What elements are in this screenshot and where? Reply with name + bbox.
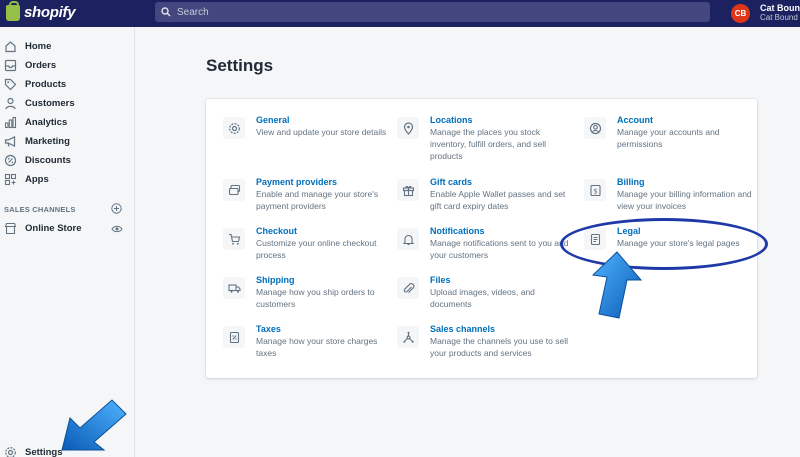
paperclip-icon: [397, 277, 419, 299]
sidebar-item-products[interactable]: Products: [0, 76, 134, 94]
setting-notifications[interactable]: Notifications Manage notifications sent …: [397, 226, 569, 266]
avatar[interactable]: CB: [731, 4, 750, 23]
sidebar-item-home[interactable]: Home: [0, 38, 134, 56]
analytics-icon: [4, 116, 17, 129]
setting-title[interactable]: Locations: [430, 115, 473, 125]
megaphone-icon: [4, 136, 16, 147]
setting-title[interactable]: Checkout: [256, 226, 297, 236]
setting-description: Upload images, videos, and documents: [430, 287, 535, 309]
user-name: Cat Bound: [760, 3, 800, 13]
shopify-bag-icon: [6, 0, 20, 21]
setting-description: Manage how your store charges taxes: [256, 336, 378, 358]
setting-description: Manage your accounts and permissions: [617, 127, 720, 149]
brand-name: shopify: [24, 4, 76, 21]
setting-description: Manage how you ship orders to customers: [256, 287, 375, 309]
sidebar-item-label: Discounts: [25, 155, 71, 166]
tax-icon: [223, 326, 245, 348]
setting-taxes[interactable]: Taxes Manage how your store charges taxe…: [223, 324, 393, 364]
sidebar-item-apps[interactable]: Apps: [0, 171, 134, 189]
setting-title[interactable]: Notifications: [430, 226, 485, 236]
setting-billing[interactable]: $ Billing Manage your billing informatio…: [584, 177, 754, 217]
discount-icon: [4, 154, 17, 167]
setting-description: View and update your store details: [256, 127, 387, 137]
sidebar-item-label: Products: [25, 79, 67, 90]
setting-locations[interactable]: Locations Manage the places you stock in…: [397, 115, 567, 161]
setting-title[interactable]: Sales channels: [430, 324, 495, 334]
setting-general[interactable]: General View and update your store detai…: [223, 115, 393, 155]
setting-title[interactable]: Account: [617, 115, 653, 125]
home-icon: [5, 41, 16, 53]
customer-icon: [5, 97, 16, 110]
sidebar-item-discounts[interactable]: Discounts: [0, 152, 134, 170]
setting-title[interactable]: Gift cards: [430, 177, 472, 187]
sidebar-item-marketing[interactable]: Marketing: [0, 133, 134, 151]
sidebar-item-label: Settings: [25, 447, 63, 457]
setting-description: Manage your billing information and view…: [617, 189, 752, 211]
user-shop-name: Cat Bound: [760, 13, 798, 22]
search-input[interactable]: [177, 6, 677, 18]
cart-icon: [223, 228, 245, 250]
setting-shipping[interactable]: Shipping Manage how you ship orders to c…: [223, 275, 393, 315]
location-pin-icon: [397, 117, 419, 139]
setting-title[interactable]: Taxes: [256, 324, 281, 334]
gear-icon: [223, 117, 245, 139]
setting-title[interactable]: Shipping: [256, 275, 295, 285]
setting-checkout[interactable]: Checkout Customize your online checkout …: [223, 226, 393, 266]
account-icon: [584, 117, 606, 139]
setting-description: Manage the places you stock inventory, f…: [430, 127, 547, 161]
search-bar[interactable]: [155, 2, 710, 22]
shopify-logo[interactable]: shopify: [6, 0, 76, 21]
setting-title[interactable]: Billing: [617, 177, 645, 187]
setting-title[interactable]: General: [256, 115, 290, 125]
setting-description: Manage notifications sent to you and you…: [430, 238, 569, 260]
gift-icon: [397, 179, 419, 201]
sidebar-item-label: Orders: [25, 60, 57, 71]
store-icon: [4, 222, 17, 235]
add-sales-channel-icon[interactable]: [111, 203, 122, 214]
sidebar-item-analytics[interactable]: Analytics: [0, 114, 134, 132]
sidebar-item-orders[interactable]: Orders: [0, 57, 134, 75]
billing-icon: $: [584, 179, 606, 201]
setting-gift-cards[interactable]: Gift cards Enable Apple Wallet passes an…: [397, 177, 567, 217]
sidebar-item-label: Online Store: [25, 223, 82, 234]
setting-title[interactable]: Payment providers: [256, 177, 337, 187]
sidebar-item-label: Marketing: [25, 136, 70, 147]
apps-icon: [4, 173, 17, 186]
tag-icon: [4, 78, 17, 91]
truck-icon: [223, 277, 245, 299]
setting-files[interactable]: Files Upload images, videos, and documen…: [397, 275, 567, 315]
setting-description: Manage the channels you use to sell your…: [430, 336, 568, 358]
channels-icon: [397, 326, 419, 348]
sidebar-item-label: Home: [25, 41, 52, 52]
search-icon: [161, 7, 171, 17]
arrow-to-legal-icon: [591, 251, 643, 319]
orders-icon: [4, 59, 17, 72]
setting-description: Enable and manage your store's payment p…: [256, 189, 379, 211]
setting-description: Customize your online checkout process: [256, 238, 377, 260]
setting-payment-providers[interactable]: Payment providers Enable and manage your…: [223, 177, 393, 217]
arrow-to-settings-icon: [61, 399, 127, 451]
bell-icon: [397, 228, 419, 250]
gear-icon: [5, 447, 16, 457]
eye-icon[interactable]: [111, 224, 123, 234]
sidebar-item-customers[interactable]: Customers: [0, 95, 134, 113]
setting-account[interactable]: Account Manage your accounts and permiss…: [584, 115, 754, 155]
payment-icon: [223, 179, 245, 201]
top-bar: shopify CB Cat Bound Cat Bound: [0, 0, 800, 27]
sales-channels-heading: SALES CHANNELS: [4, 205, 76, 214]
sidebar: Home Orders Products Customers Analytics…: [0, 27, 135, 457]
setting-sales-channels[interactable]: Sales channels Manage the channels you u…: [397, 324, 568, 364]
sidebar-item-label: Customers: [25, 98, 75, 109]
sidebar-item-label: Apps: [25, 174, 49, 185]
setting-description: Enable Apple Wallet passes and set gift …: [430, 189, 566, 211]
setting-title[interactable]: Files: [430, 275, 451, 285]
user-menu[interactable]: CB Cat Bound Cat Bound: [730, 2, 800, 24]
page-title: Settings: [206, 56, 274, 75]
svg-text:$: $: [593, 187, 597, 195]
sidebar-item-label: Analytics: [25, 117, 68, 128]
